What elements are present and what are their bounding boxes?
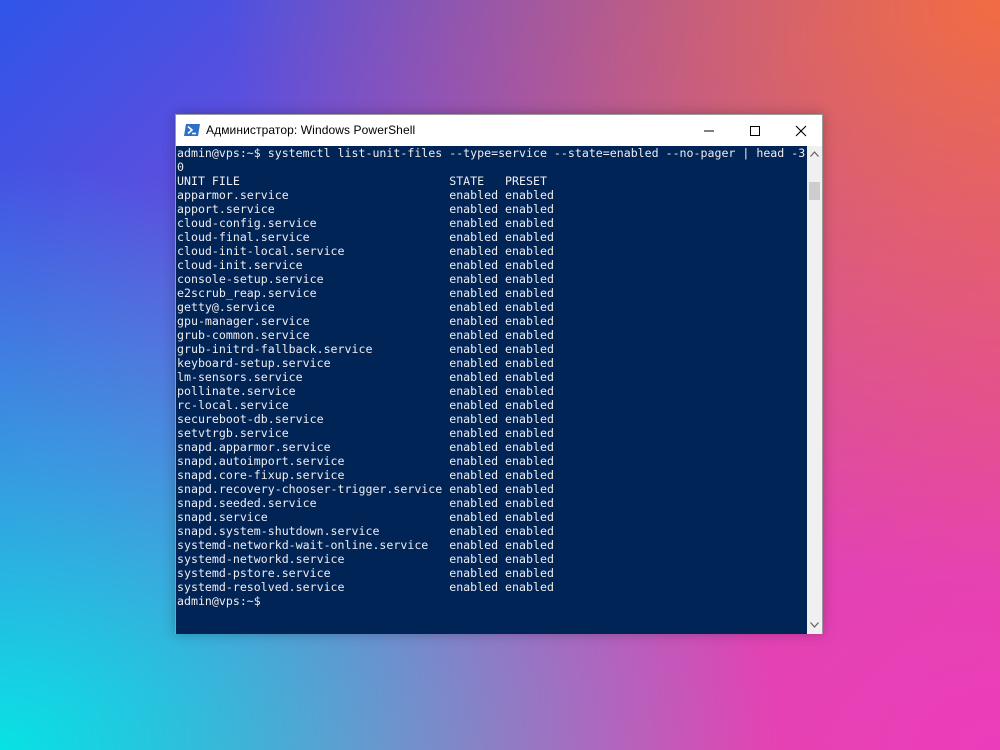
- powershell-icon: [184, 122, 200, 138]
- console-line: snapd.service enabled enabled: [177, 510, 554, 524]
- console-line: snapd.core-fixup.service enabled enabled: [177, 468, 554, 482]
- console-line: gpu-manager.service enabled enabled: [177, 314, 554, 328]
- console-line: secureboot-db.service enabled enabled: [177, 412, 554, 426]
- console-line: grub-common.service enabled enabled: [177, 328, 554, 342]
- console-line: snapd.recovery-chooser-trigger.service e…: [177, 482, 554, 496]
- console-output[interactable]: admin@vps:~$ systemctl list-unit-files -…: [176, 146, 807, 634]
- scroll-thumb[interactable]: [809, 182, 820, 200]
- window-title: Администратор: Windows PowerShell: [206, 123, 416, 137]
- console-line: systemd-networkd.service enabled enabled: [177, 552, 554, 566]
- close-icon: [795, 125, 807, 137]
- console-line: 0: [177, 160, 184, 174]
- console-line: systemd-pstore.service enabled enabled: [177, 566, 554, 580]
- console-line: getty@.service enabled enabled: [177, 300, 554, 314]
- console-line: apport.service enabled enabled: [177, 202, 554, 216]
- console-line: cloud-init.service enabled enabled: [177, 258, 554, 272]
- console-line: snapd.apparmor.service enabled enabled: [177, 440, 554, 454]
- scroll-up-button[interactable]: [807, 146, 822, 163]
- console-line: admin@vps:~$: [177, 594, 261, 608]
- console-line: UNIT FILE STATE PRESET: [177, 174, 547, 188]
- minimize-button[interactable]: [686, 115, 732, 146]
- console-line: grub-initrd-fallback.service enabled ena…: [177, 342, 554, 356]
- console-line: lm-sensors.service enabled enabled: [177, 370, 554, 384]
- close-button[interactable]: [778, 115, 824, 146]
- console-line: systemd-resolved.service enabled enabled: [177, 580, 554, 594]
- powershell-window: Администратор: Windows PowerShell admin@…: [175, 114, 823, 634]
- console-line: e2scrub_reap.service enabled enabled: [177, 286, 554, 300]
- console-line: systemd-networkd-wait-online.service ena…: [177, 538, 554, 552]
- console-line: apparmor.service enabled enabled: [177, 188, 554, 202]
- console-line: console-setup.service enabled enabled: [177, 272, 554, 286]
- maximize-button[interactable]: [732, 115, 778, 146]
- console-line: setvtrgb.service enabled enabled: [177, 426, 554, 440]
- console-line: cloud-final.service enabled enabled: [177, 230, 554, 244]
- console-line: snapd.system-shutdown.service enabled en…: [177, 524, 554, 538]
- console-text: admin@vps:~$ systemctl list-unit-files -…: [176, 146, 807, 608]
- console-line: snapd.seeded.service enabled enabled: [177, 496, 554, 510]
- console-line: rc-local.service enabled enabled: [177, 398, 554, 412]
- title-bar[interactable]: Администратор: Windows PowerShell: [176, 115, 822, 146]
- minimize-icon: [704, 130, 714, 132]
- chevron-down-icon: [810, 622, 819, 628]
- scroll-down-button[interactable]: [807, 617, 822, 634]
- console-line: cloud-config.service enabled enabled: [177, 216, 554, 230]
- console-line: snapd.autoimport.service enabled enabled: [177, 454, 554, 468]
- vertical-scrollbar[interactable]: [807, 146, 822, 634]
- console-line: cloud-init-local.service enabled enabled: [177, 244, 554, 258]
- console-line: keyboard-setup.service enabled enabled: [177, 356, 554, 370]
- chevron-up-icon: [810, 151, 819, 157]
- console-line: admin@vps:~$ systemctl list-unit-files -…: [177, 146, 806, 160]
- console-line: pollinate.service enabled enabled: [177, 384, 554, 398]
- maximize-icon: [750, 126, 760, 136]
